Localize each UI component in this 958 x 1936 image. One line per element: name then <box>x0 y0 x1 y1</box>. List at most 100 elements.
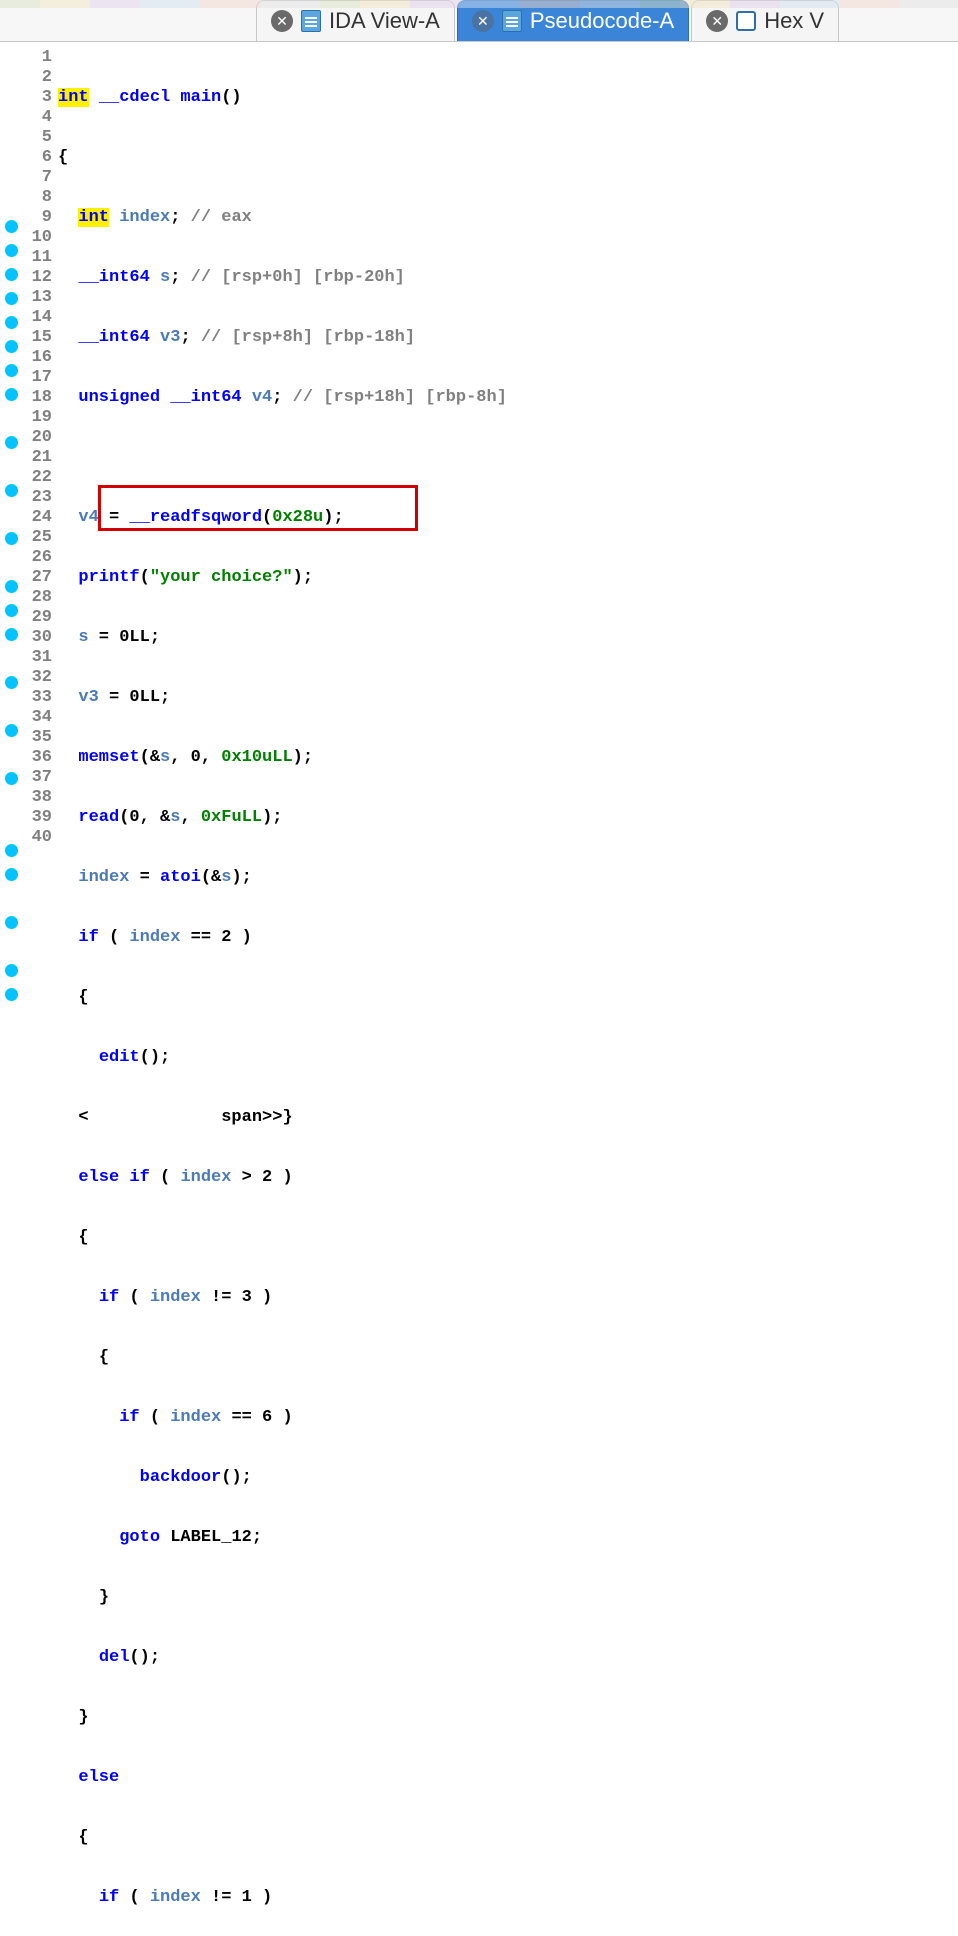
code-line: { <box>58 1228 958 1248</box>
code-area[interactable]: int __cdecl main() { int index; // eax _… <box>56 42 958 968</box>
code-line: edit(); <box>58 1048 958 1068</box>
code-line: index = atoi(&s); <box>58 868 958 888</box>
line-number: 1 <box>22 48 52 68</box>
breakpoint-dot[interactable] <box>5 364 18 377</box>
code-line: { <box>58 1828 958 1848</box>
code-line: v4 = __readfsqword(0x28u); <box>58 508 958 528</box>
line-number: 26 <box>22 548 52 568</box>
code-line: goto LABEL_12; <box>58 1528 958 1548</box>
line-number: 30 <box>22 628 52 648</box>
code-line: else if ( index > 2 ) <box>58 1168 958 1188</box>
breakpoint-dot[interactable] <box>5 604 18 617</box>
code-line: s = 0LL; <box>58 628 958 648</box>
breakpoint-dot[interactable] <box>5 844 18 857</box>
code-line: unsigned __int64 v4; // [rsp+18h] [rbp-8… <box>58 388 958 408</box>
line-number: 31 <box>22 648 52 668</box>
code-line: int index; // eax <box>58 208 958 228</box>
line-number: 32 <box>22 668 52 688</box>
breakpoint-dot[interactable] <box>5 268 18 281</box>
breakpoint-dot[interactable] <box>5 436 18 449</box>
line-number: 17 <box>22 368 52 388</box>
line-number: 19 <box>22 408 52 428</box>
breakpoint-dot[interactable] <box>5 964 18 977</box>
close-icon[interactable]: ✕ <box>271 10 293 32</box>
breakpoint-dot[interactable] <box>5 580 18 593</box>
code-line: { <box>58 988 958 1008</box>
breakpoint-dot[interactable] <box>5 916 18 929</box>
code-line: if ( index == 6 ) <box>58 1408 958 1428</box>
code-editor: 1234567891011121314151617181920212223242… <box>0 42 958 968</box>
line-number: 34 <box>22 708 52 728</box>
line-number: 11 <box>22 248 52 268</box>
line-number: 24 <box>22 508 52 528</box>
line-number: 37 <box>22 768 52 788</box>
line-number: 10 <box>22 228 52 248</box>
tab-bar: ✕ IDA View-A ✕ Pseudocode-A ✕ Hex V <box>0 0 958 42</box>
line-number: 5 <box>22 128 52 148</box>
breakpoint-dot[interactable] <box>5 244 18 257</box>
code-line: { <box>58 1348 958 1368</box>
close-icon[interactable]: ✕ <box>706 10 728 32</box>
line-number: 6 <box>22 148 52 168</box>
file-icon <box>502 10 522 32</box>
line-number: 21 <box>22 448 52 468</box>
tab-pseudocode[interactable]: ✕ Pseudocode-A <box>457 0 689 41</box>
code-line: v3 = 0LL; <box>58 688 958 708</box>
line-number: 40 <box>22 828 52 848</box>
breakpoint-dot[interactable] <box>5 316 18 329</box>
code-line: if ( index != 3 ) <box>58 1288 958 1308</box>
tab-hex-view[interactable]: ✕ Hex V <box>691 0 839 41</box>
code-line: del(); <box>58 1648 958 1668</box>
line-number: 7 <box>22 168 52 188</box>
code-line <box>58 448 958 468</box>
code-line: { <box>58 148 958 168</box>
breakpoint-gutter[interactable] <box>0 42 22 968</box>
line-number: 27 <box>22 568 52 588</box>
line-number: 35 <box>22 728 52 748</box>
line-number: 9 <box>22 208 52 228</box>
tab-ida-view[interactable]: ✕ IDA View-A <box>256 0 455 41</box>
line-number: 25 <box>22 528 52 548</box>
breakpoint-dot[interactable] <box>5 868 18 881</box>
breakpoint-dot[interactable] <box>5 772 18 785</box>
code-line: < span>>} <box>58 1108 958 1128</box>
breakpoint-dot[interactable] <box>5 628 18 641</box>
breakpoint-dot[interactable] <box>5 532 18 545</box>
breakpoint-dot[interactable] <box>5 484 18 497</box>
line-number: 3 <box>22 88 52 108</box>
tab-label: IDA View-A <box>329 8 440 34</box>
breakpoint-dot[interactable] <box>5 220 18 233</box>
code-line: else <box>58 1768 958 1788</box>
file-icon <box>301 10 321 32</box>
code-line: int __cdecl main() <box>58 88 958 108</box>
line-number: 8 <box>22 188 52 208</box>
hex-icon <box>736 11 756 31</box>
line-number: 23 <box>22 488 52 508</box>
close-icon[interactable]: ✕ <box>472 10 494 32</box>
line-number: 38 <box>22 788 52 808</box>
line-number: 2 <box>22 68 52 88</box>
line-number: 36 <box>22 748 52 768</box>
code-line: } <box>58 1708 958 1728</box>
line-number: 12 <box>22 268 52 288</box>
code-line: __int64 s; // [rsp+0h] [rbp-20h] <box>58 268 958 288</box>
breakpoint-dot[interactable] <box>5 388 18 401</box>
line-number: 39 <box>22 808 52 828</box>
code-line: __int64 v3; // [rsp+8h] [rbp-18h] <box>58 328 958 348</box>
breakpoint-dot[interactable] <box>5 292 18 305</box>
line-number-gutter: 1234567891011121314151617181920212223242… <box>22 42 56 968</box>
breakpoint-dot[interactable] <box>5 724 18 737</box>
line-number: 16 <box>22 348 52 368</box>
code-line: read(0, &s, 0xFuLL); <box>58 808 958 828</box>
breakpoint-dot[interactable] <box>5 340 18 353</box>
line-number: 13 <box>22 288 52 308</box>
code-line: if ( index != 1 ) <box>58 1888 958 1908</box>
line-number: 29 <box>22 608 52 628</box>
line-number: 20 <box>22 428 52 448</box>
breakpoint-dot[interactable] <box>5 988 18 1001</box>
code-line: backdoor(); <box>58 1468 958 1488</box>
line-number: 33 <box>22 688 52 708</box>
breakpoint-dot[interactable] <box>5 676 18 689</box>
line-number: 15 <box>22 328 52 348</box>
code-line: printf("your choice?"); <box>58 568 958 588</box>
